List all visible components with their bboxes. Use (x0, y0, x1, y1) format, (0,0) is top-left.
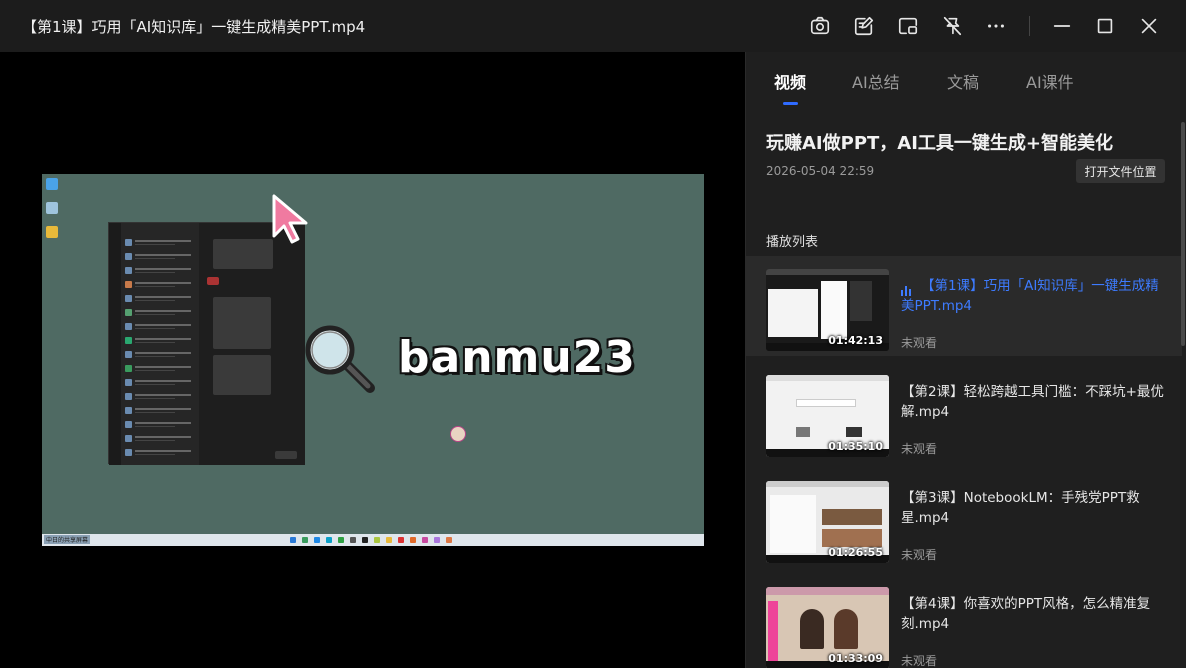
video-thumbnail: 01:33:09 (766, 587, 889, 668)
toolbar-divider (1029, 16, 1030, 36)
side-panel: 视频 AI总结 文稿 AI课件 玩赚AI做PPT，AI工具一键生成+智能美化 2… (745, 52, 1186, 668)
minimize-icon (1053, 25, 1071, 27)
tab-video[interactable]: 视频 (774, 69, 806, 93)
watch-status: 未观看 (901, 548, 938, 562)
playlist-item-title: 【第1课】巧用「AI知识库」一键生成精美PPT.mp4 (901, 276, 1159, 314)
pin-off-icon (943, 16, 962, 36)
camera-icon (810, 16, 830, 35)
folder-icon (46, 226, 58, 238)
taskbar-label: 中日的共享屏幕 (44, 535, 91, 544)
video-player[interactable]: banmu23 中日的共享屏幕 (0, 52, 745, 668)
playlist-item-title: 【第4课】你喜欢的PPT风格，怎么精准复刻.mp4 (901, 596, 1151, 632)
more-icon (988, 24, 1004, 28)
chat-list (109, 223, 199, 465)
title-bar: 【第1课】巧用「AI知识库」一键生成精美PPT.mp4 (0, 0, 1186, 52)
pin-toggle-button[interactable] (939, 13, 965, 39)
playlist-item[interactable]: 01:33:09 【第4课】你喜欢的PPT风格，怎么精准复刻.mp4 未观看 (746, 574, 1182, 668)
open-file-location-button[interactable]: 打开文件位置 (1076, 159, 1165, 183)
video-thumbnail: 01:42:13 (766, 269, 889, 351)
playlist-item[interactable]: 01:35:10 【第2课】轻松跨越工具门槛：不踩坑+最优解.mp4 未观看 (746, 362, 1182, 462)
active-tab-indicator (783, 102, 798, 105)
cursor-graphic (272, 194, 308, 244)
close-icon (1141, 18, 1157, 34)
chat-conversation (199, 223, 305, 465)
video-duration: 01:42:13 (828, 334, 883, 347)
now-playing-icon (901, 276, 915, 296)
window-title: 【第1课】巧用「AI知识库」一键生成精美PPT.mp4 (22, 18, 366, 36)
magnifier-graphic (305, 325, 375, 393)
video-frame[interactable]: banmu23 中日的共享屏幕 (42, 174, 704, 546)
tab-transcript[interactable]: 文稿 (947, 69, 979, 93)
tab-ai-summary[interactable]: AI总结 (852, 69, 900, 93)
screenshot-button[interactable] (807, 13, 833, 39)
watch-status: 未观看 (901, 336, 938, 350)
more-button[interactable] (983, 13, 1009, 39)
desktop-taskbar: 中日的共享屏幕 (42, 534, 704, 546)
note-button[interactable] (851, 13, 877, 39)
edit-note-icon (854, 16, 874, 36)
maximize-icon (1097, 18, 1113, 34)
playlist-heading: 播放列表 (766, 235, 819, 250)
pip-icon (898, 17, 918, 35)
video-duration: 01:26:55 (828, 546, 883, 559)
minimize-button[interactable] (1049, 13, 1075, 39)
recycle-bin-icon (46, 202, 58, 214)
watch-status: 未观看 (901, 654, 938, 668)
chat-rail (109, 223, 121, 465)
desktop-icon (46, 178, 58, 190)
video-thumbnail: 01:26:55 (766, 481, 889, 563)
overlay-watermark-text: banmu23 (398, 332, 636, 383)
playlist-item[interactable]: 01:42:13 【第1课】巧用「AI知识库」一键生成精美PPT.mp4 未观看 (746, 256, 1182, 356)
watch-status: 未观看 (901, 442, 938, 456)
playlist-scrollbar[interactable] (1181, 122, 1185, 346)
playlist-item-title: 【第2课】轻松跨越工具门槛：不踩坑+最优解.mp4 (901, 384, 1164, 420)
video-duration: 01:35:10 (828, 440, 883, 453)
course-date: 2026-05-04 22:59 (766, 164, 875, 178)
video-duration: 01:33:09 (828, 652, 883, 665)
course-title: 玩赚AI做PPT，AI工具一键生成+智能美化 (766, 133, 1113, 154)
tab-ai-courseware[interactable]: AI课件 (1026, 69, 1074, 93)
picture-in-picture-button[interactable] (895, 13, 921, 39)
video-thumbnail: 01:35:10 (766, 375, 889, 457)
playlist-item-title: 【第3课】NotebookLM：手残党PPT救星.mp4 (901, 490, 1140, 526)
panel-tabs: 视频 AI总结 文稿 AI课件 (746, 52, 1186, 118)
chat-window (108, 222, 305, 465)
maximize-button[interactable] (1092, 13, 1118, 39)
playlist-item[interactable]: 01:26:55 【第3课】NotebookLM：手残党PPT救星.mp4 未观… (746, 468, 1182, 568)
hand-cursor-icon (450, 426, 466, 442)
close-button[interactable] (1136, 13, 1162, 39)
